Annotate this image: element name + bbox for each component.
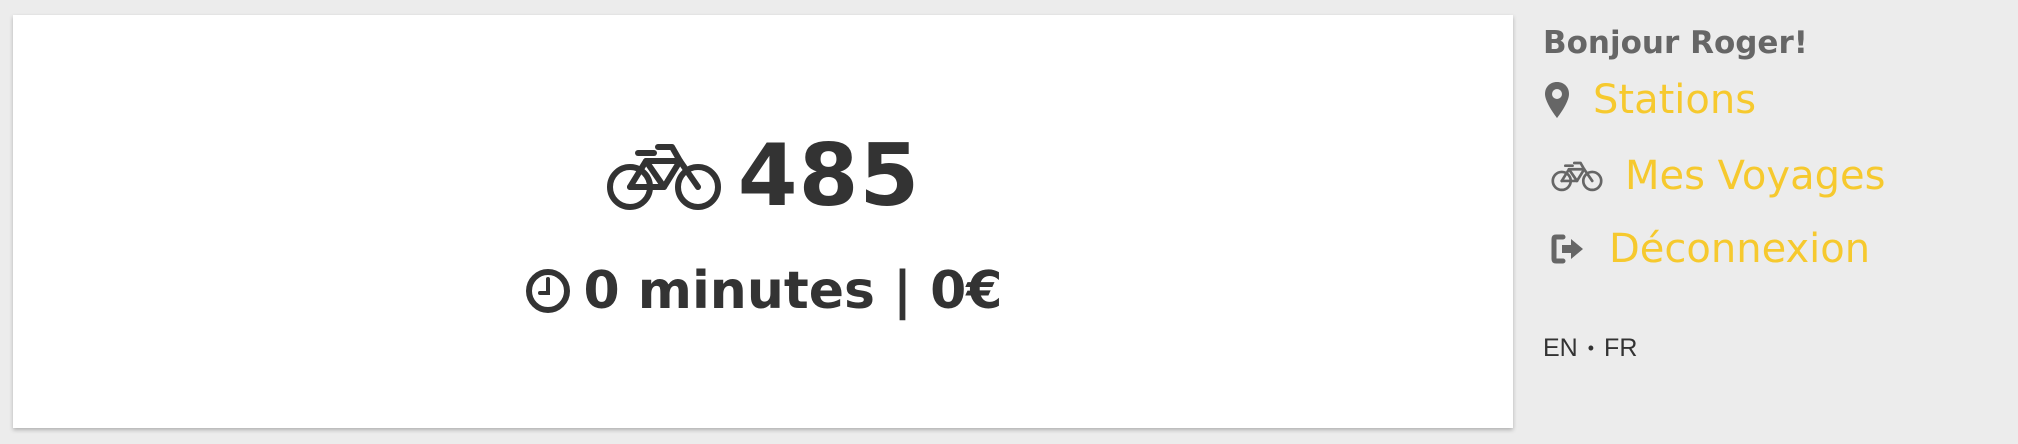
ride-count-row: 485 (13, 133, 1513, 219)
sidebar: Bonjour Roger! Stations Mes Voyages Déco… (1543, 22, 2003, 362)
nav-stations[interactable]: Stations (1543, 80, 1756, 120)
ride-info-text: 0 minutes | 0€ (583, 261, 1003, 321)
lang-fr-link[interactable]: FR (1604, 334, 1637, 363)
bicycle-icon (1551, 160, 1603, 192)
map-marker-icon (1543, 82, 1571, 118)
lang-separator: • (1587, 338, 1595, 358)
nav-trips[interactable]: Mes Voyages (1551, 156, 1885, 196)
nav-stations-label: Stations (1593, 77, 1757, 123)
lang-en-link[interactable]: EN (1543, 334, 1578, 363)
sign-out-icon (1551, 234, 1587, 264)
ride-info-row: 0 minutes | 0€ (13, 265, 1513, 317)
greeting: Bonjour Roger! (1543, 25, 1808, 61)
clock-icon (524, 267, 572, 315)
ride-count-value: 485 (737, 126, 921, 226)
nav-logout-label: Déconnexion (1609, 226, 1871, 272)
nav-trips-label: Mes Voyages (1625, 153, 1886, 199)
bicycle-icon (606, 141, 722, 211)
nav-logout[interactable]: Déconnexion (1551, 229, 1870, 269)
ride-summary-card: 485 0 minutes | 0€ (13, 15, 1513, 428)
page: 485 0 minutes | 0€ Bonjour Roger! Statio… (0, 0, 2018, 444)
language-switcher: EN • FR (1543, 334, 1637, 363)
